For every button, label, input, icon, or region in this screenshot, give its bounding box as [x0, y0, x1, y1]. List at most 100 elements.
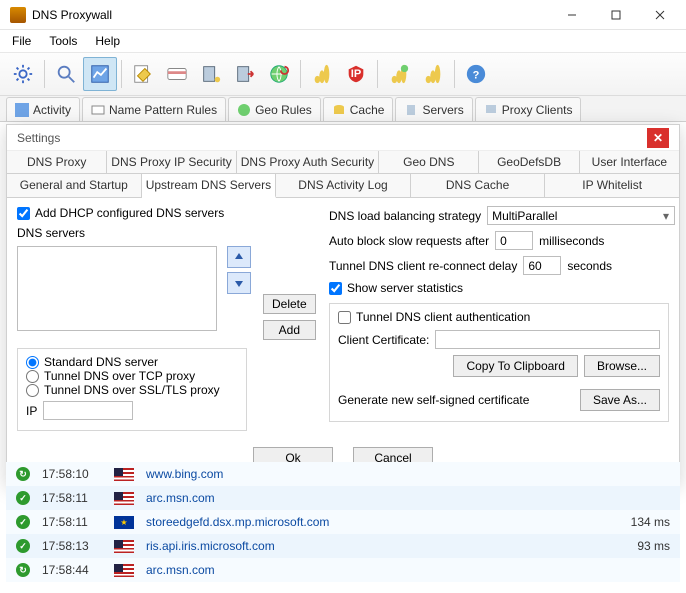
- log-domain: arc.msn.com: [146, 491, 598, 505]
- main-tabs: Activity Name Pattern Rules Geo Rules Ca…: [0, 96, 686, 122]
- window-title: DNS Proxywall: [32, 8, 550, 22]
- dtab-ip-whitelist[interactable]: IP Whitelist: [545, 174, 679, 197]
- log-time: 17:58:13: [42, 539, 102, 553]
- gen-cert-label: Generate new self-signed certificate: [338, 393, 574, 407]
- log-row[interactable]: ✓ 17:58:11 ★ storeedgefd.dsx.mp.microsof…: [6, 510, 680, 534]
- save-as-button[interactable]: Save As...: [580, 389, 660, 411]
- dtab-auth-security[interactable]: DNS Proxy Auth Security: [237, 151, 379, 173]
- tab-activity[interactable]: Activity: [6, 97, 80, 121]
- dtab-activity-log[interactable]: DNS Activity Log: [276, 174, 411, 197]
- radio-tcp[interactable]: Tunnel DNS over TCP proxy: [26, 369, 238, 383]
- toolbar-globe-refresh-icon[interactable]: [262, 57, 296, 91]
- menu-tools[interactable]: Tools: [41, 32, 85, 50]
- dialog-title: Settings: [17, 131, 647, 145]
- log-domain: arc.msn.com: [146, 563, 598, 577]
- server-icon: [404, 103, 418, 117]
- add-button[interactable]: Add: [263, 320, 316, 340]
- move-down-button[interactable]: [227, 272, 251, 294]
- ip-label: IP: [26, 404, 37, 418]
- autoblock-input[interactable]: [495, 231, 533, 250]
- log-domain: ris.api.iris.microsoft.com: [146, 539, 598, 553]
- move-up-button[interactable]: [227, 246, 251, 268]
- menu-file[interactable]: File: [4, 32, 39, 50]
- tab-servers[interactable]: Servers: [395, 97, 472, 121]
- close-button[interactable]: [638, 1, 682, 29]
- log-time: 17:58:44: [42, 563, 102, 577]
- autoblock-label: Auto block slow requests after: [329, 234, 489, 248]
- auth-fieldset: Tunnel DNS client authentication Client …: [329, 303, 669, 422]
- flag-eu-icon: ★: [114, 516, 134, 529]
- chevron-down-icon[interactable]: ▾: [663, 209, 669, 223]
- dtab-geo-dns[interactable]: Geo DNS: [379, 151, 479, 173]
- globe-icon: [237, 103, 251, 117]
- dtab-geodb[interactable]: GeoDefsDB: [479, 151, 579, 173]
- dtab-general[interactable]: General and Startup: [7, 174, 142, 197]
- tab-cache[interactable]: Cache: [323, 97, 394, 121]
- log-row[interactable]: ↻ 17:58:10 www.bing.com: [6, 462, 680, 486]
- dtab-ip-security[interactable]: DNS Proxy IP Security: [107, 151, 236, 173]
- toolbar-activity-icon[interactable]: [83, 57, 117, 91]
- lb-select[interactable]: [487, 206, 675, 225]
- log-row[interactable]: ✓ 17:58:11 arc.msn.com: [6, 486, 680, 510]
- log-domain: storeedgefd.dsx.mp.microsoft.com: [146, 515, 598, 529]
- dtab-ui[interactable]: User Interface: [580, 151, 679, 173]
- app-icon: [10, 7, 26, 23]
- toolbar-edit-icon[interactable]: [126, 57, 160, 91]
- toolbar-stats-icon[interactable]: [305, 57, 339, 91]
- maximize-button[interactable]: [594, 1, 638, 29]
- radio-ssl[interactable]: Tunnel DNS over SSL/TLS proxy: [26, 383, 238, 397]
- menubar: File Tools Help: [0, 30, 686, 52]
- dtab-upstream[interactable]: Upstream DNS Servers: [142, 174, 277, 198]
- flag-us-icon: [114, 564, 134, 577]
- card-icon: [91, 103, 105, 117]
- dialog-close-button[interactable]: ✕: [647, 128, 669, 148]
- dns-servers-list[interactable]: [17, 246, 217, 331]
- toolbar-server-icon[interactable]: [194, 57, 228, 91]
- copy-clipboard-button[interactable]: Copy To Clipboard: [453, 355, 578, 377]
- tab-name-rules[interactable]: Name Pattern Rules: [82, 97, 226, 121]
- clients-icon: [484, 103, 498, 117]
- minimize-button[interactable]: [550, 1, 594, 29]
- dtab-cache[interactable]: DNS Cache: [411, 174, 546, 197]
- log-time: 17:58:11: [42, 515, 102, 529]
- toolbar: IP ?: [0, 52, 686, 96]
- toolbar-settings-icon[interactable]: [6, 57, 40, 91]
- browse-button[interactable]: Browse...: [584, 355, 660, 377]
- log-domain: www.bing.com: [146, 467, 598, 481]
- log-row[interactable]: ✓ 17:58:13 ris.api.iris.microsoft.com 93…: [6, 534, 680, 558]
- radio-standard[interactable]: Standard DNS server: [26, 355, 238, 369]
- toolbar-search-icon[interactable]: [49, 57, 83, 91]
- toolbar-ip-icon[interactable]: IP: [339, 57, 373, 91]
- activity-icon: [15, 103, 29, 117]
- client-cert-label: Client Certificate:: [338, 333, 429, 347]
- dtab-dns-proxy[interactable]: DNS Proxy: [7, 151, 107, 173]
- add-dhcp-input[interactable]: [17, 207, 30, 220]
- tab-geo-rules[interactable]: Geo Rules: [228, 97, 321, 121]
- dialog-tabs-row2: General and Startup Upstream DNS Servers…: [7, 174, 679, 198]
- reconnect-unit: seconds: [567, 259, 612, 273]
- add-dhcp-checkbox[interactable]: Add DHCP configured DNS servers: [17, 206, 317, 220]
- log-ms: 93 ms: [610, 539, 670, 553]
- svg-text:?: ?: [473, 70, 480, 82]
- reconnect-input[interactable]: [523, 256, 561, 275]
- toolbar-export-icon[interactable]: [228, 57, 262, 91]
- toolbar-stats2-icon[interactable]: [382, 57, 416, 91]
- ip-input[interactable]: [43, 401, 133, 420]
- toolbar-help-icon[interactable]: ?: [459, 57, 493, 91]
- toolbar-stats3-icon[interactable]: [416, 57, 450, 91]
- log-ms: 134 ms: [610, 515, 670, 529]
- delete-button[interactable]: Delete: [263, 294, 316, 314]
- flag-us-icon: [114, 492, 134, 505]
- lb-label: DNS load balancing strategy: [329, 209, 481, 223]
- toolbar-card-icon[interactable]: [160, 57, 194, 91]
- log-row[interactable]: ↻ 17:58:44 arc.msn.com: [6, 558, 680, 582]
- menu-help[interactable]: Help: [87, 32, 128, 50]
- tunnel-auth-checkbox[interactable]: Tunnel DNS client authentication: [338, 310, 660, 324]
- titlebar: DNS Proxywall: [0, 0, 686, 30]
- status-recycle-icon: ↻: [16, 467, 30, 481]
- client-cert-input[interactable]: [435, 330, 660, 349]
- show-stats-checkbox[interactable]: Show server statistics: [329, 281, 669, 295]
- svg-text:IP: IP: [351, 68, 361, 80]
- tab-proxy-clients[interactable]: Proxy Clients: [475, 97, 582, 121]
- log-time: 17:58:11: [42, 491, 102, 505]
